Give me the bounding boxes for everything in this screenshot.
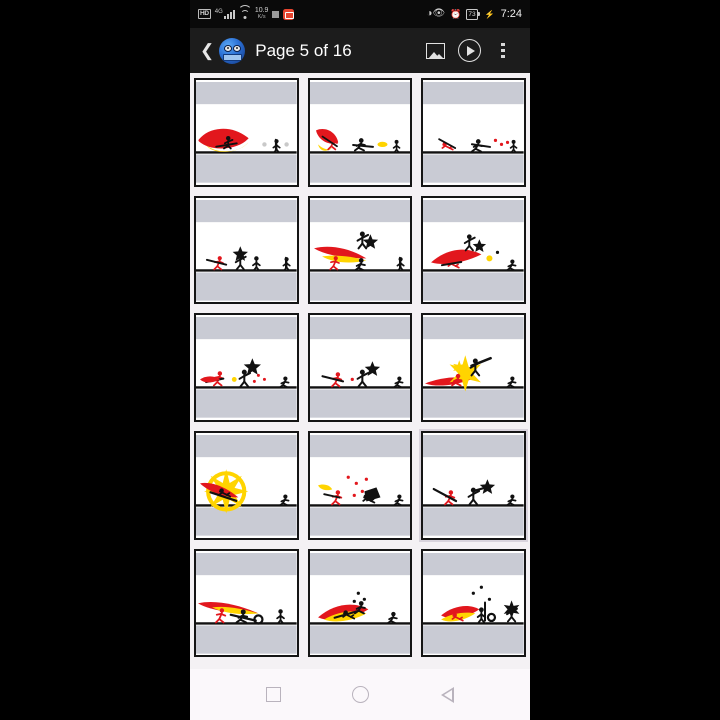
phone-screen: HD 4G 10.9 K/s ◑﻿👁 ⏰ 73 ⚡ 7:24: [190, 0, 530, 720]
play-preview-button[interactable]: [452, 34, 486, 68]
app-logo-icon: [219, 37, 246, 64]
frame-thumbnail-8[interactable]: [307, 313, 413, 423]
back-chevron-icon[interactable]: ❮: [200, 42, 214, 59]
data-rate-indicator: 10.9 K/s: [255, 7, 269, 21]
frame-thumbnail-9[interactable]: [421, 313, 526, 423]
recents-square-icon[interactable]: [265, 687, 281, 702]
home-circle-icon[interactable]: [352, 686, 370, 703]
frame-thumbnail-1[interactable]: [194, 78, 299, 187]
frame-thumbnail-14[interactable]: [307, 548, 413, 658]
app-bar: ❮ Page 5 of 16: [190, 28, 530, 73]
frame-grid: [194, 78, 526, 658]
frame-thumbnail-12[interactable]: [421, 431, 526, 540]
status-bar-right: ◑﻿👁 ⏰ 73 ⚡ 7:24: [426, 8, 522, 20]
charging-bolt-icon: ⚡: [484, 9, 495, 19]
hd-icon: HD: [198, 9, 211, 19]
back-triangle-icon[interactable]: [441, 686, 455, 703]
alarm-clock-icon: ⏰: [450, 9, 462, 19]
frame-thumbnail-2[interactable]: [307, 78, 413, 187]
system-nav-bar: [190, 669, 530, 720]
data-rate-unit: K/s: [257, 14, 266, 20]
eye-comfort-icon: ◑﻿👁: [426, 8, 446, 19]
status-bar-left: HD 4G 10.9 K/s: [198, 5, 295, 21]
screen-record-icon: [272, 10, 280, 18]
app-notification-icon: [283, 8, 295, 20]
battery-icon: 73: [466, 8, 480, 20]
status-clock: 7:24: [500, 8, 522, 20]
frame-grid-scroll[interactable]: [190, 73, 530, 669]
signal-bars-icon: 4G: [215, 9, 235, 19]
frame-thumbnail-11[interactable]: [307, 431, 413, 540]
image-gallery-button[interactable]: [418, 34, 452, 68]
frame-thumbnail-5[interactable]: [307, 195, 413, 305]
frame-thumbnail-10[interactable]: [194, 431, 299, 540]
frame-thumbnail-6[interactable]: [421, 195, 526, 305]
frame-thumbnail-3[interactable]: [421, 78, 526, 187]
image-gallery-icon: [425, 42, 445, 59]
data-rate-value: 10.9: [254, 7, 269, 14]
frame-thumbnail-4[interactable]: [194, 195, 299, 305]
battery-percent-label: 73: [468, 10, 476, 18]
play-preview-icon: [457, 39, 481, 62]
network-gen-label: 4G: [214, 9, 223, 15]
frame-thumbnail-7[interactable]: [194, 313, 299, 423]
status-bar: HD 4G 10.9 K/s ◑﻿👁 ⏰ 73 ⚡ 7:24: [190, 0, 530, 28]
page-title: Page 5 of 16: [255, 40, 352, 60]
frame-thumbnail-15[interactable]: [421, 548, 526, 658]
wifi-icon: [237, 5, 252, 19]
frame-thumbnail-13[interactable]: [194, 548, 299, 658]
overflow-menu-icon: [501, 42, 505, 59]
overflow-menu-button[interactable]: [486, 34, 520, 68]
